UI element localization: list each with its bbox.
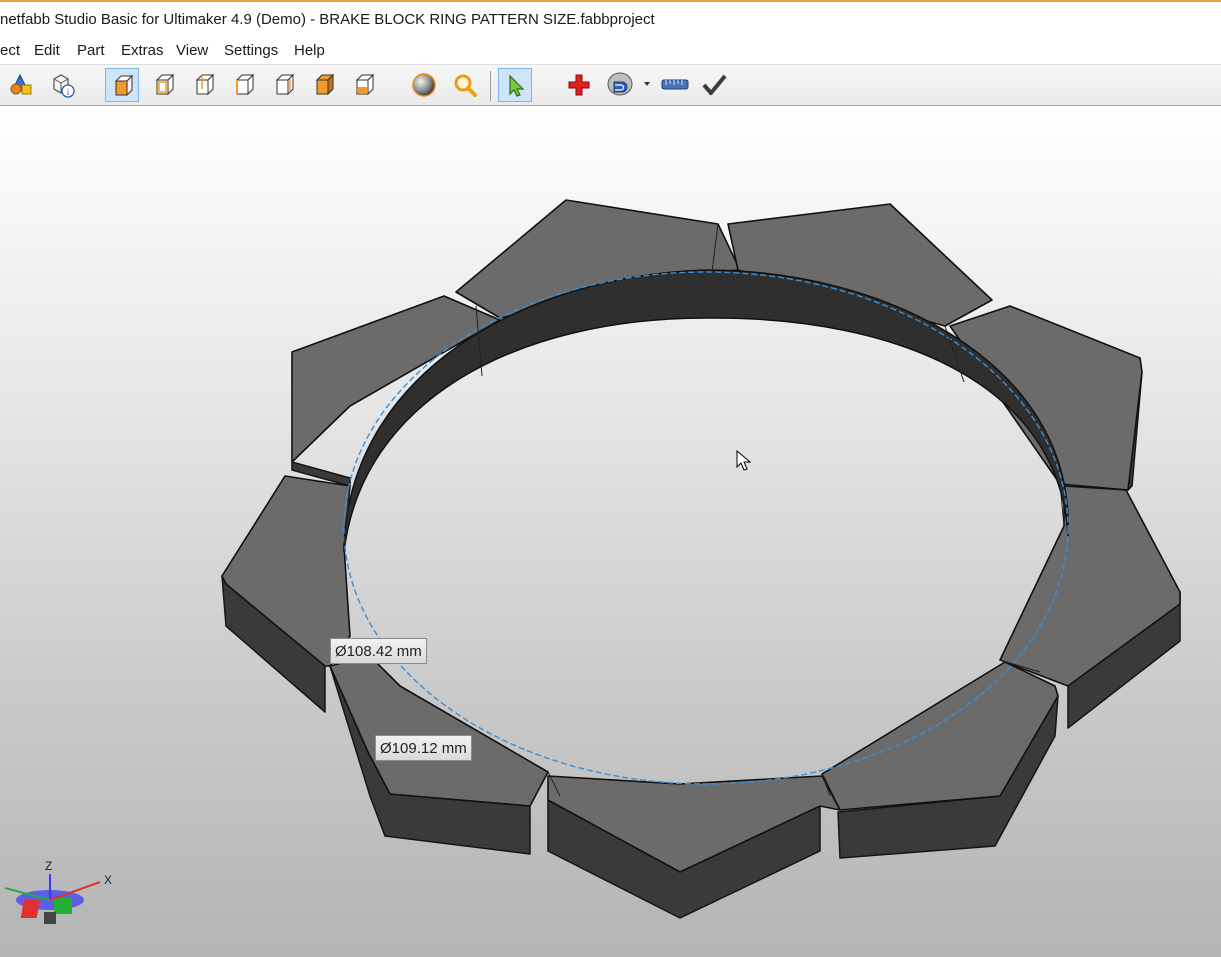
menu-part[interactable]: Part <box>77 42 105 59</box>
title-bar: netfabb Studio Basic for Ultimaker 4.9 (… <box>0 0 1221 38</box>
select-button[interactable] <box>498 68 532 102</box>
view-right-cube-icon <box>275 73 295 96</box>
inner-diameter-label[interactable]: Ø109.12 mm <box>375 735 472 761</box>
view-front-button[interactable] <box>147 68 181 102</box>
view-back-cube-icon <box>195 73 215 96</box>
chevron-down-icon <box>644 82 650 86</box>
toolbar: i <box>0 64 1221 106</box>
menu-view[interactable]: View <box>176 42 208 59</box>
view-bottom-button[interactable] <box>347 68 381 102</box>
sphere-shading-icon <box>412 73 436 97</box>
shading-button[interactable] <box>407 68 441 102</box>
part-info-button[interactable]: i <box>46 68 80 102</box>
repair-button[interactable] <box>562 68 596 102</box>
axis-x-label: X <box>104 873 112 887</box>
brake-block-ring-model[interactable] <box>0 106 1221 957</box>
mouse-pointer-icon <box>736 450 752 471</box>
apply-button[interactable] <box>697 68 731 102</box>
view-bottom-cube-icon <box>355 73 375 96</box>
view-left-button[interactable] <box>227 68 261 102</box>
view-left-cube-icon <box>235 73 255 96</box>
cut-disc-icon <box>607 72 650 96</box>
view-front-cube-icon <box>155 73 175 96</box>
view-right-button[interactable] <box>267 68 301 102</box>
view-back-button[interactable] <box>187 68 221 102</box>
measure-button[interactable] <box>657 68 691 102</box>
3d-viewport[interactable]: Ø108.42 mm Ø109.12 mm Z X <box>0 106 1221 957</box>
view-top-cube-icon <box>315 73 335 96</box>
axis-gizmo: Z X <box>4 859 112 924</box>
menu-edit[interactable]: Edit <box>34 42 60 59</box>
axis-z-label: Z <box>45 859 52 873</box>
cut-button[interactable] <box>602 68 652 102</box>
view-default-button[interactable] <box>105 68 139 102</box>
menu-extras[interactable]: Extras <box>121 42 164 59</box>
measure-ruler-icon <box>661 79 689 90</box>
add-part-button[interactable] <box>4 68 38 102</box>
menu-settings[interactable]: Settings <box>224 42 278 59</box>
menu-project[interactable]: ect <box>0 42 20 59</box>
part-info-icon: i <box>53 74 75 98</box>
menu-help[interactable]: Help <box>294 42 325 59</box>
repair-cross-icon <box>568 74 590 96</box>
outer-diameter-label[interactable]: Ø108.42 mm <box>330 638 427 664</box>
zoom-button[interactable] <box>448 68 482 102</box>
window-title: netfabb Studio Basic for Ultimaker 4.9 (… <box>0 11 655 28</box>
select-arrow-icon <box>509 74 525 97</box>
toolbar-separator <box>490 71 491 101</box>
zoom-magnifier-icon <box>454 74 477 97</box>
add-part-icon <box>10 73 32 95</box>
view-default-cube-icon <box>114 74 134 97</box>
apply-check-icon <box>702 74 727 95</box>
menu-bar: ect Edit Part Extras View Settings Help <box>0 38 1221 64</box>
view-top-button[interactable] <box>307 68 341 102</box>
